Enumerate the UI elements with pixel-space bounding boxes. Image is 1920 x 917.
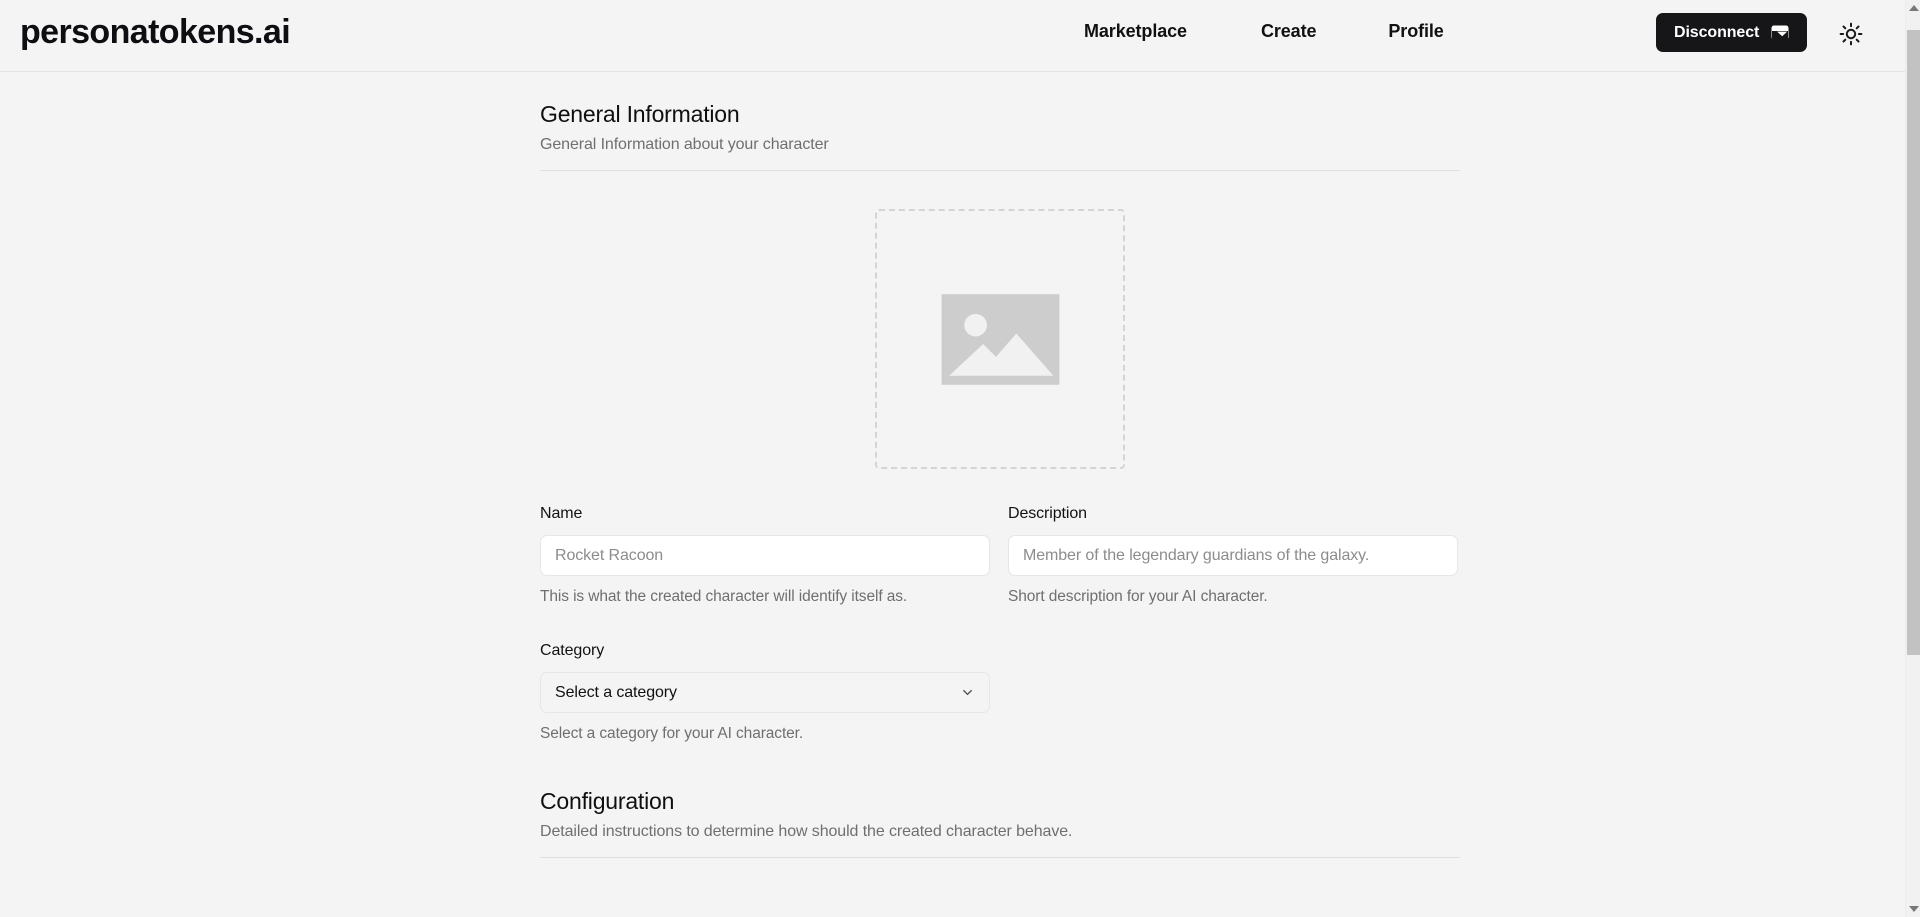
category-label: Category (540, 642, 605, 660)
category-select[interactable]: Select a category (540, 672, 990, 714)
nav-item-marketplace[interactable]: Marketplace (1084, 21, 1187, 42)
general-information-subtitle: General Information about your character (540, 135, 829, 153)
category-help-text: Select a category for your AI character. (540, 725, 804, 743)
scrollbar-down-arrow[interactable] (1906, 901, 1920, 917)
configuration-divider (540, 857, 1460, 859)
character-form: General Information General Information … (540, 100, 1460, 859)
name-field-group: Name This is what the created character … (540, 505, 990, 608)
name-help-text: This is what the created character will … (540, 588, 908, 606)
brand-logo[interactable]: personatokens.ai (20, 10, 291, 54)
category-field-group: Category Select a category Select a cate… (540, 642, 1460, 745)
description-label: Description (1008, 505, 1087, 523)
chevron-down-icon (960, 685, 975, 700)
configuration-title: Configuration (540, 788, 675, 815)
image-upload-wrapper (540, 209, 1460, 470)
wallet-icon (1771, 25, 1789, 40)
scrollbar-thumb[interactable] (1907, 30, 1920, 655)
general-information-section: General Information General Information … (540, 100, 1460, 745)
disconnect-button-label: Disconnect (1674, 23, 1760, 41)
name-label: Name (540, 505, 583, 523)
name-input[interactable] (540, 535, 990, 577)
nav-item-create[interactable]: Create (1261, 21, 1317, 42)
section-divider (540, 170, 1460, 172)
main-content: General Information General Information … (0, 72, 1905, 917)
scrollbar-up-arrow[interactable] (1906, 0, 1920, 16)
general-information-title: General Information (540, 101, 740, 127)
page-scrollbar[interactable] (1905, 0, 1920, 917)
configuration-subtitle: Detailed instructions to determine how s… (540, 823, 1073, 841)
description-help-text: Short description for your AI character. (1008, 588, 1268, 606)
description-field-group: Description Short description for your A… (1008, 505, 1458, 608)
fields-grid: Name This is what the created character … (540, 505, 1460, 608)
theme-toggle-button[interactable] (1838, 22, 1864, 48)
configuration-section: Configuration Detailed instructions to d… (540, 787, 1460, 859)
nav-item-profile[interactable]: Profile (1388, 21, 1443, 42)
main-navigation: Marketplace Create Profile (1084, 21, 1444, 42)
disconnect-button[interactable]: Disconnect (1656, 13, 1808, 52)
image-upload-dropzone[interactable] (875, 209, 1125, 470)
app-header: personatokens.ai Marketplace Create Prof… (0, 0, 1905, 72)
sun-icon (1839, 22, 1863, 49)
image-placeholder-icon (925, 264, 1076, 415)
category-select-value: Select a category (555, 683, 677, 701)
description-input[interactable] (1008, 535, 1458, 577)
